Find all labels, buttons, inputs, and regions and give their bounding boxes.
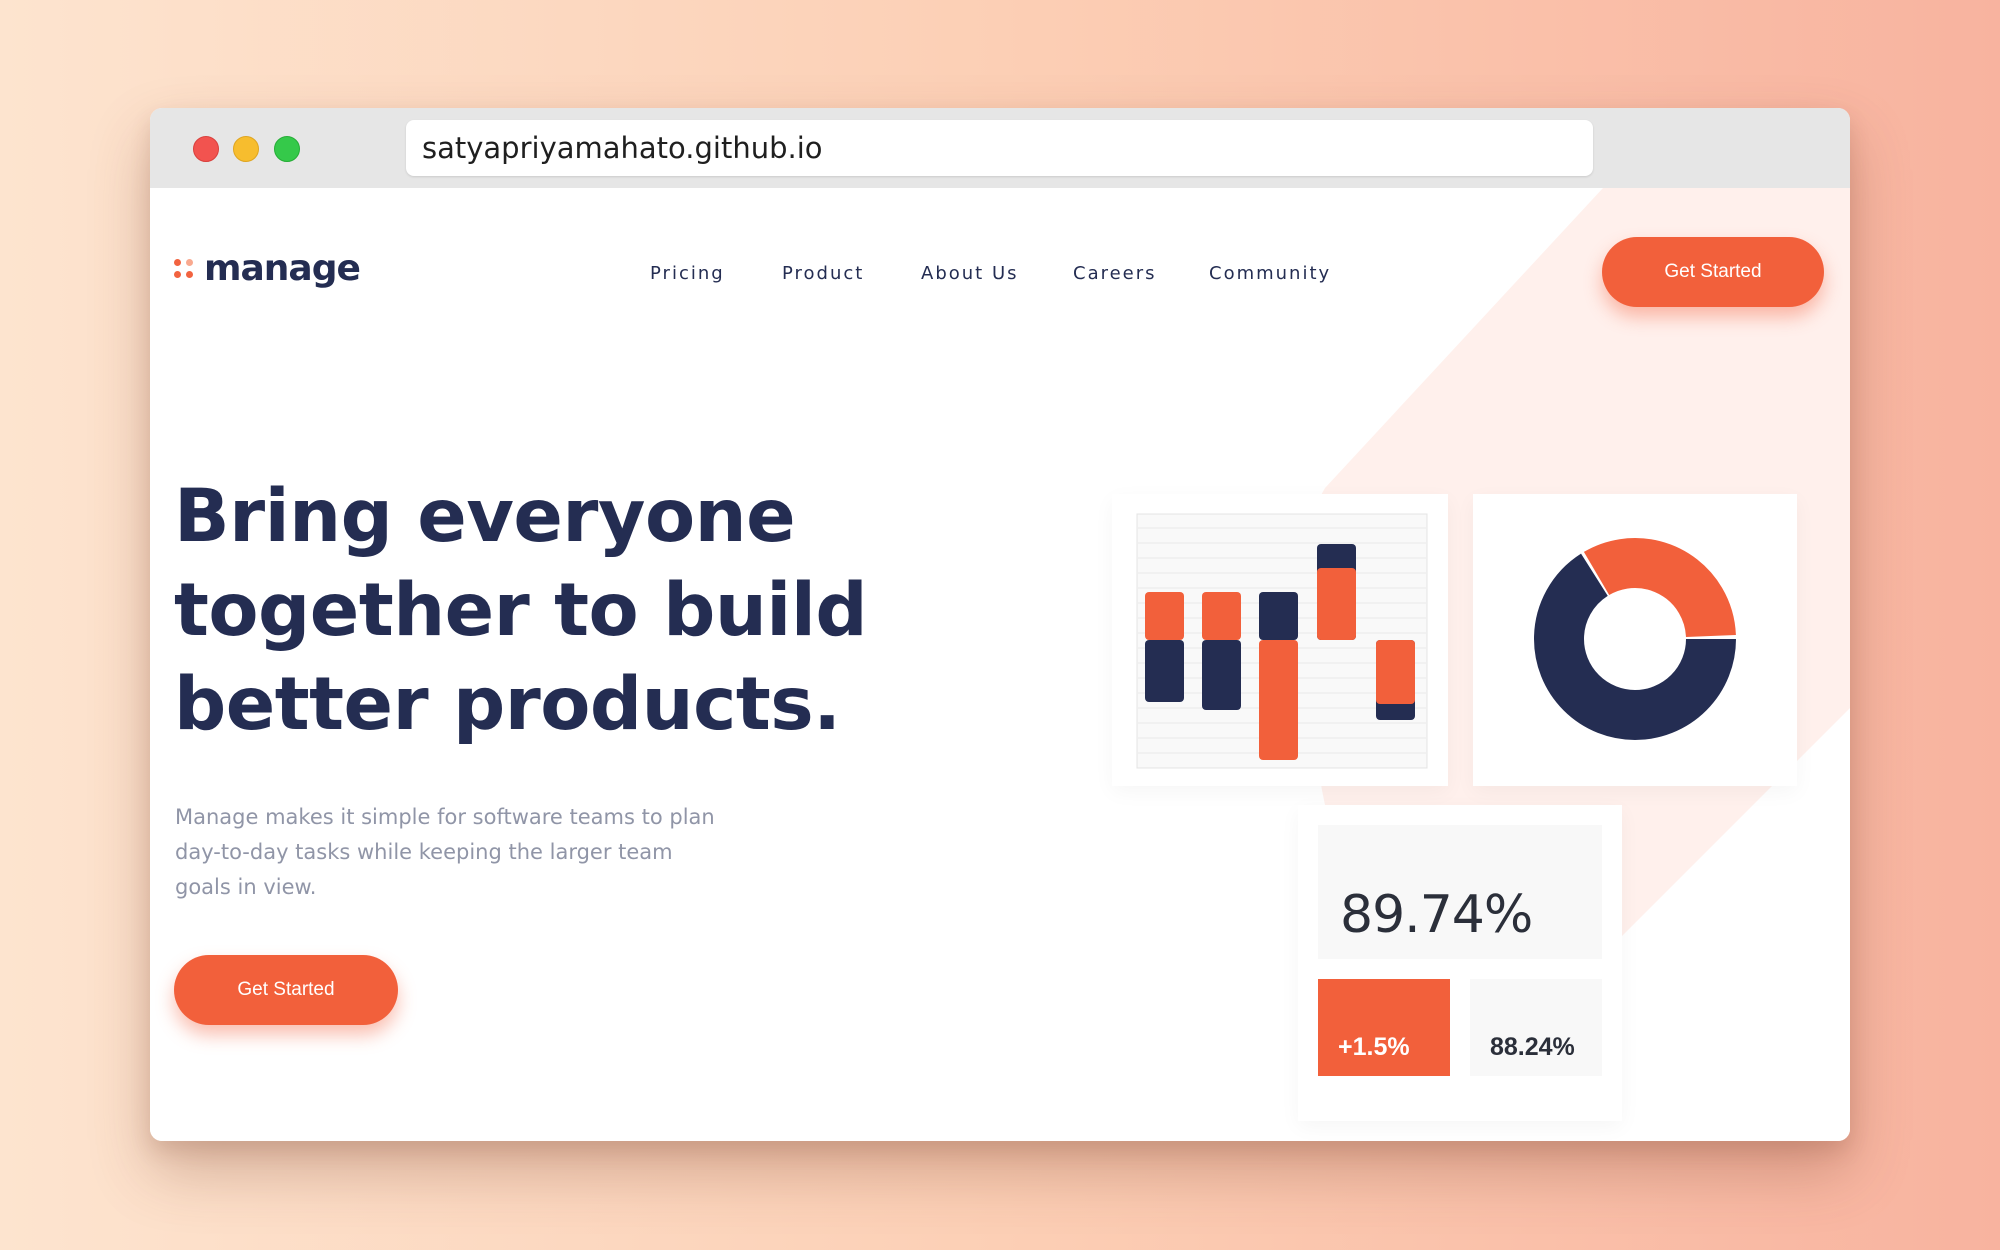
- bar-segment-orange: [1145, 592, 1184, 640]
- stats-card: 89.74% +1.5% 88.24%: [1298, 805, 1622, 1121]
- bar-chart: [1136, 513, 1428, 769]
- donut-chart: [1534, 538, 1736, 740]
- main-stat-box: 89.74%: [1318, 825, 1602, 959]
- change-stat-value: +1.5%: [1338, 1033, 1410, 1061]
- hero-subtitle-line: day-to-day tasks while keeping the large…: [175, 840, 673, 864]
- minimize-window-button[interactable]: [233, 136, 259, 162]
- secondary-stat-box: 88.24%: [1470, 979, 1602, 1076]
- hero-get-started-label: Get Started: [237, 979, 335, 1000]
- hero-title-line: Bring everyone: [174, 474, 796, 559]
- header-get-started-button[interactable]: Get Started: [1602, 237, 1824, 307]
- bar-segment-navy: [1202, 640, 1241, 710]
- hero-title: Bring everyone together to build better …: [174, 470, 894, 752]
- hero-get-started-button[interactable]: Get Started: [174, 955, 398, 1025]
- change-stat-box: +1.5%: [1318, 979, 1450, 1076]
- address-bar-url: satyapriyamahato.github.io: [422, 131, 823, 165]
- web-page: manage Pricing Product About Us Careers …: [150, 188, 1850, 1141]
- hero-subtitle: Manage makes it simple for software team…: [175, 800, 765, 905]
- browser-titlebar: satyapriyamahato.github.io: [150, 108, 1850, 188]
- header-get-started-label: Get Started: [1664, 261, 1762, 282]
- bar-segment-orange: [1317, 568, 1356, 640]
- maximize-window-button[interactable]: [274, 136, 300, 162]
- logo-text: manage: [204, 248, 361, 289]
- hero-subtitle-line: goals in view.: [175, 875, 317, 899]
- hero-title-line: together to build: [174, 568, 868, 653]
- nav-item-community[interactable]: Community: [1209, 263, 1331, 284]
- bar-segment-orange: [1376, 640, 1415, 704]
- hero-subtitle-line: Manage makes it simple for software team…: [175, 805, 715, 829]
- nav-item-pricing[interactable]: Pricing: [650, 263, 725, 284]
- logo-dots-icon: [174, 258, 194, 279]
- main-stat-value: 89.74%: [1340, 885, 1533, 945]
- bar-chart-card: [1112, 494, 1448, 786]
- close-window-button[interactable]: [193, 136, 219, 162]
- bar-segment-orange: [1202, 592, 1241, 640]
- bar-segment-navy: [1145, 640, 1184, 702]
- secondary-stat-value: 88.24%: [1490, 1033, 1575, 1061]
- logo[interactable]: manage: [174, 248, 361, 289]
- nav-item-about-us[interactable]: About Us: [921, 263, 1019, 284]
- bar-segment-navy: [1259, 592, 1298, 640]
- browser-window: satyapriyamahato.github.io manage Pricin…: [150, 108, 1850, 1141]
- nav-item-product[interactable]: Product: [782, 263, 864, 284]
- nav-item-careers[interactable]: Careers: [1073, 263, 1157, 284]
- donut-chart-card: [1473, 494, 1797, 786]
- address-bar[interactable]: satyapriyamahato.github.io: [406, 120, 1593, 176]
- hero-title-line: better products.: [174, 662, 841, 747]
- bar-segment-orange: [1259, 640, 1298, 760]
